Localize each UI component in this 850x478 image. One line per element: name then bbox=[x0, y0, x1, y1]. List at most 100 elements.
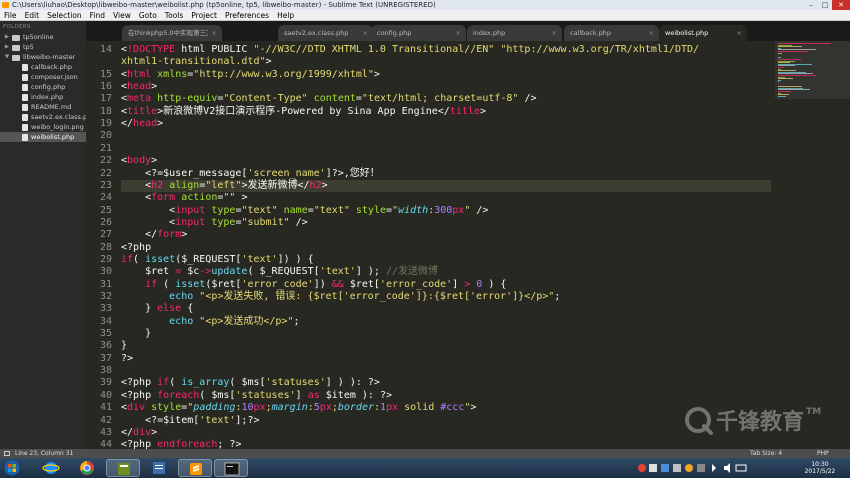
code-line[interactable]: <?=$user_message['screen_name']?>,您好！ bbox=[121, 168, 771, 180]
sidebar-file[interactable]: weibo_login.png bbox=[0, 122, 86, 132]
taskbar-chrome-icon[interactable] bbox=[70, 459, 104, 477]
tab--thinkphp5-0-txt[interactable]: 在thinkphp5.0中实现第三方微博登录.txt × bbox=[122, 25, 222, 41]
code-line[interactable]: </form> bbox=[121, 229, 771, 241]
code-line[interactable]: <head> bbox=[121, 81, 771, 93]
minimap[interactable] bbox=[775, 41, 850, 449]
minimize-button[interactable]: – bbox=[804, 0, 818, 10]
close-button[interactable]: ✕ bbox=[832, 0, 850, 10]
code-line[interactable]: <!DOCTYPE html PUBLIC "-//W3C//DTD XHTML… bbox=[121, 44, 771, 56]
tray-network-icon[interactable] bbox=[712, 464, 716, 472]
taskbar-ie-icon[interactable] bbox=[34, 459, 68, 477]
close-tab-icon[interactable]: × bbox=[552, 25, 557, 41]
menu-preferences[interactable]: Preferences bbox=[221, 10, 273, 21]
console-toggle-icon[interactable] bbox=[4, 451, 10, 456]
tray-app-icon-2[interactable] bbox=[649, 464, 657, 472]
windows-start-icon[interactable] bbox=[4, 460, 20, 476]
code-token: 'statuses' bbox=[235, 389, 296, 401]
sidebar-file[interactable]: index.php bbox=[0, 92, 86, 102]
code-line[interactable]: echo "<p>发送成功</p>"; bbox=[121, 316, 771, 328]
taskbar-clock[interactable]: 10:30 2017/5/22 bbox=[800, 461, 840, 475]
tab-callback-php[interactable]: callback.php × bbox=[564, 25, 659, 41]
menu-selection[interactable]: Selection bbox=[43, 10, 86, 21]
code-line[interactable]: if ( isset($ret['error_code']) && $ret['… bbox=[121, 279, 771, 291]
taskbar-notepad-icon[interactable] bbox=[142, 459, 176, 477]
tab-config-php[interactable]: config.php × bbox=[371, 25, 466, 41]
code-token: head bbox=[133, 118, 158, 130]
taskbar-sublime-icon[interactable] bbox=[178, 459, 212, 477]
sidebar: FOLDERS ▶ tp5online ▶ tp5 ▼ libweibo-master ca… bbox=[0, 21, 86, 449]
code-line[interactable]: <body> bbox=[121, 155, 771, 167]
tray-app-icon-4[interactable] bbox=[673, 464, 681, 472]
maximize-button[interactable]: □ bbox=[818, 0, 832, 10]
code-line[interactable]: <input type="submit" /> bbox=[121, 217, 771, 229]
code-editor[interactable]: 14 15 16 17 18 19 20 21 22 22 23 24 25 26 27 28 29 30 31 32… bbox=[86, 41, 850, 449]
tray-app-icon-3[interactable] bbox=[661, 464, 669, 472]
code-line[interactable]: <?php foreach( $ms['statuses'] as $item … bbox=[121, 390, 771, 402]
menu-file[interactable]: File bbox=[0, 10, 21, 21]
code-line[interactable]: <input type="text" name="text" style="wi… bbox=[121, 205, 771, 217]
code-line[interactable]: <h2 align="left">发送新微博</h2> bbox=[121, 179, 771, 193]
menu-view[interactable]: View bbox=[109, 10, 135, 21]
menu-edit[interactable]: Edit bbox=[21, 10, 44, 21]
code-token: form bbox=[157, 229, 182, 241]
menu-find[interactable]: Find bbox=[86, 10, 109, 21]
sidebar-folder[interactable]: ▼ libweibo-master bbox=[0, 52, 86, 62]
menu-tools[interactable]: Tools bbox=[161, 10, 187, 21]
code-line[interactable] bbox=[121, 365, 771, 377]
menu-goto[interactable]: Goto bbox=[135, 10, 161, 21]
tray-volume-icon[interactable] bbox=[724, 463, 730, 473]
code-line[interactable]: <?=$item['text'];?> bbox=[121, 415, 771, 427]
code-line[interactable]: <form action="" > bbox=[121, 192, 771, 204]
code-line[interactable] bbox=[121, 130, 771, 142]
code-token: <?php bbox=[121, 241, 152, 253]
close-tab-icon[interactable]: × bbox=[649, 25, 654, 41]
code-line[interactable]: <html xmlns="http://www.w3.org/1999/xhtm… bbox=[121, 69, 771, 81]
tray-app-icon-5[interactable] bbox=[685, 464, 693, 472]
chevron-down-icon[interactable]: ▼ bbox=[4, 52, 10, 62]
tab-index-php[interactable]: index.php × bbox=[467, 25, 562, 41]
tray-app-icon-6[interactable] bbox=[697, 464, 705, 472]
syntax-selector[interactable]: PHP bbox=[817, 449, 829, 458]
code-line[interactable] bbox=[121, 143, 771, 155]
taskbar-editor-icon[interactable] bbox=[106, 459, 140, 477]
code-line[interactable]: </div> bbox=[121, 427, 771, 439]
sidebar-file[interactable]: README.md bbox=[0, 102, 86, 112]
code-line[interactable]: } bbox=[121, 340, 771, 352]
sidebar-file[interactable]: saetv2.ex.class.php bbox=[0, 112, 86, 122]
tray-app-icon-1[interactable] bbox=[638, 464, 646, 472]
code-line[interactable]: </head> bbox=[121, 118, 771, 130]
tray-battery-icon[interactable] bbox=[735, 464, 747, 472]
code-line[interactable]: if( isset($_REQUEST['text']) ) { bbox=[121, 254, 771, 266]
code-line[interactable]: } else { bbox=[121, 303, 771, 315]
menu-project[interactable]: Project bbox=[187, 10, 221, 21]
tab-weibolist-php[interactable]: weibolist.php × bbox=[659, 25, 747, 41]
code-line[interactable]: <title>新浪微博V2接口演示程序-Powered by Sina App … bbox=[121, 106, 771, 118]
code-line[interactable]: <?php endforeach; ?> bbox=[121, 439, 771, 449]
code-line[interactable]: $ret = $c->update( $_REQUEST['text'] ); … bbox=[121, 266, 771, 278]
close-tab-icon[interactable]: × bbox=[737, 25, 742, 41]
tab-saetv2-ex-class-php[interactable]: saetv2.ex.class.php × bbox=[278, 25, 373, 41]
code-line[interactable]: ?> bbox=[121, 353, 771, 365]
sidebar-file[interactable]: config.php bbox=[0, 82, 86, 92]
code-line[interactable]: <?php if( is_array( $ms['statuses'] ) ):… bbox=[121, 377, 771, 389]
code-line[interactable]: <meta http-equiv="Content-Type" content=… bbox=[121, 93, 771, 105]
code-line[interactable]: xhtml1-transitional.dtd"> bbox=[121, 56, 771, 68]
chevron-right-icon[interactable]: ▶ bbox=[4, 42, 10, 52]
code-line[interactable]: <?php bbox=[121, 242, 771, 254]
close-tab-icon[interactable]: × bbox=[456, 25, 461, 41]
code-line[interactable]: } bbox=[121, 328, 771, 340]
code-line[interactable]: echo "<p>发送失败, 错误: {$ret['error_code']}:… bbox=[121, 291, 771, 303]
sidebar-folder[interactable]: ▶ tp5 bbox=[0, 42, 86, 52]
sidebar-folder[interactable]: ▶ tp5online bbox=[0, 32, 86, 42]
sidebar-file[interactable]: callback.php bbox=[0, 62, 86, 72]
taskbar-console-icon[interactable] bbox=[214, 459, 248, 477]
sidebar-file[interactable]: composer.json bbox=[0, 72, 86, 82]
tab-size-selector[interactable]: Tab Size: 4 bbox=[750, 449, 782, 458]
sidebar-file[interactable]: weibolist.php bbox=[0, 132, 86, 142]
code-area[interactable]: <!DOCTYPE html PUBLIC "-//W3C//DTD XHTML… bbox=[121, 41, 771, 449]
code-line[interactable]: <div style="padding:10px;margin:5px;bord… bbox=[121, 402, 771, 414]
close-tab-icon[interactable]: × bbox=[212, 25, 217, 41]
close-tab-icon[interactable]: × bbox=[363, 25, 368, 41]
menu-help[interactable]: Help bbox=[273, 10, 298, 21]
chevron-right-icon[interactable]: ▶ bbox=[4, 32, 10, 42]
